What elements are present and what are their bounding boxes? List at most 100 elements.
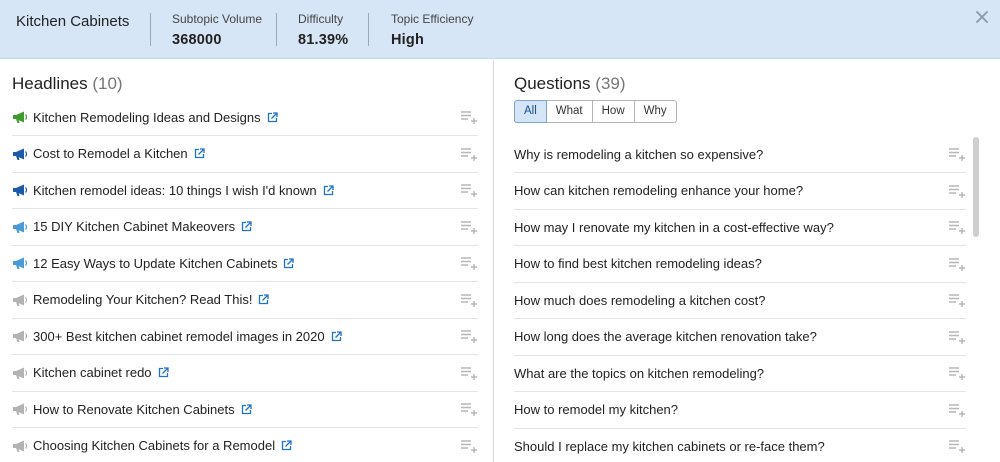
metric-label: Subtopic Volume: [172, 12, 263, 26]
headline-text: 300+ Best kitchen cabinet remodel images…: [33, 328, 325, 344]
headline-text: Choosing Kitchen Cabinets for a Remodel: [33, 438, 276, 453]
external-link-icon[interactable]: [267, 111, 278, 123]
question-text: How to find best kitchen remodeling idea…: [514, 256, 762, 271]
external-link-icon[interactable]: [283, 257, 295, 269]
close-icon[interactable]: [974, 9, 990, 25]
headline-text: 15 DIY Kitchen Cabinet Makeovers: [33, 219, 236, 234]
megaphone-icon: [13, 330, 28, 342]
megaphone-icon: [13, 440, 28, 452]
add-to-list-icon[interactable]: [461, 220, 478, 234]
metric-label: Difficulty: [298, 12, 344, 26]
external-link-icon[interactable]: [194, 148, 205, 159]
headline-text: Remodeling Your Kitchen? Read This!: [33, 292, 253, 307]
headline-text: Kitchen cabinet redo: [33, 365, 152, 380]
metric-difficulty: Difficulty 81.39%: [298, 12, 348, 48]
megaphone-icon: [13, 148, 28, 160]
add-to-list-icon[interactable]: [461, 329, 478, 343]
add-to-list-icon[interactable]: [949, 147, 966, 161]
external-link-icon[interactable]: [241, 221, 252, 232]
headline-row: Choosing Kitchen Cabinets for a Remodel: [12, 428, 478, 462]
add-to-list-icon[interactable]: [949, 366, 966, 380]
question-row[interactable]: How may I renovate my kitchen in a cost-…: [514, 209, 966, 246]
question-text: How may I renovate my kitchen in a cost-…: [514, 219, 834, 235]
external-link-icon[interactable]: [258, 294, 270, 305]
metric-value: 368000: [172, 32, 222, 48]
filter-all-button[interactable]: All: [514, 100, 547, 123]
add-to-list-icon[interactable]: [949, 330, 966, 344]
question-row[interactable]: How to remodel my kitchen?: [514, 392, 966, 429]
add-to-list-icon[interactable]: [461, 439, 478, 453]
question-row[interactable]: Should I replace my kitchen cabinets or …: [514, 428, 966, 462]
question-row[interactable]: Why is remodeling a kitchen so expensive…: [514, 136, 966, 173]
external-link-icon[interactable]: [281, 440, 292, 451]
add-to-list-icon[interactable]: [949, 439, 966, 453]
question-text: How to remodel my kitchen?: [514, 402, 679, 417]
external-link-icon[interactable]: [323, 184, 334, 196]
external-link-icon[interactable]: [241, 403, 252, 415]
headline-row: How to Renovate Kitchen Cabinets: [12, 391, 478, 428]
headline-row: Kitchen Remodeling Ideas and Designs: [12, 99, 478, 136]
question-text: How long does the average kitchen renova…: [514, 329, 817, 344]
add-to-list-icon[interactable]: [461, 256, 478, 270]
add-to-list-icon[interactable]: [461, 110, 478, 124]
question-row[interactable]: How can kitchen remodeling enhance your …: [514, 173, 966, 210]
question-text: How much does remodeling a kitchen cost?: [514, 292, 766, 308]
headline-text: Kitchen Remodeling Ideas and Designs: [33, 109, 261, 125]
divider: [150, 13, 151, 46]
questions-title-text: Questions: [514, 74, 591, 93]
question-text: What are the topics on kitchen remodelin…: [514, 365, 765, 381]
question-row[interactable]: How long does the average kitchen renova…: [514, 319, 966, 356]
questions-count: (39): [595, 74, 626, 93]
headline-row: Kitchen cabinet redo: [12, 355, 478, 392]
headline-row: Kitchen remodel ideas: 10 things I wish …: [12, 172, 478, 209]
headline-row: 15 DIY Kitchen Cabinet Makeovers: [12, 209, 478, 246]
scrollbar-thumb[interactable]: [973, 137, 979, 237]
add-to-list-icon[interactable]: [461, 402, 478, 416]
question-text: Why is remodeling a kitchen so expensive…: [514, 146, 764, 162]
add-to-list-icon[interactable]: [949, 293, 966, 307]
megaphone-icon: [13, 111, 28, 123]
megaphone-icon: [13, 184, 28, 196]
add-to-list-icon[interactable]: [949, 220, 966, 234]
headline-text: 12 Easy Ways to Update Kitchen Cabinets: [33, 255, 278, 271]
metric-subtopic-volume: Subtopic Volume 368000: [172, 12, 262, 48]
metric-label: Topic Efficiency: [391, 12, 474, 26]
topic-header: Kitchen Cabinets Subtopic Volume 368000 …: [0, 0, 1000, 59]
megaphone-icon: [13, 257, 28, 269]
divider: [276, 13, 277, 46]
megaphone-icon: [13, 221, 28, 233]
filter-why-button[interactable]: Why: [633, 100, 677, 123]
megaphone-icon: [13, 367, 28, 379]
headline-row: Cost to Remodel a Kitchen: [12, 136, 478, 173]
metric-value: High: [391, 32, 425, 48]
add-to-list-icon[interactable]: [461, 147, 478, 161]
megaphone-icon: [13, 403, 28, 415]
metric-topic-efficiency: Topic Efficiency High: [391, 12, 473, 48]
question-row[interactable]: How to find best kitchen remodeling idea…: [514, 246, 966, 283]
add-to-list-icon[interactable]: [949, 257, 966, 271]
question-filter-group: All What How Why: [514, 100, 677, 123]
add-to-list-icon[interactable]: [949, 184, 966, 198]
add-to-list-icon[interactable]: [949, 403, 966, 417]
headlines-title: Headlines (10): [12, 74, 123, 94]
headline-row: 12 Easy Ways to Update Kitchen Cabinets: [12, 245, 478, 282]
question-row[interactable]: How much does remodeling a kitchen cost?: [514, 282, 966, 319]
external-link-icon[interactable]: [158, 367, 169, 378]
headline-row: Remodeling Your Kitchen? Read This!: [12, 282, 478, 319]
add-to-list-icon[interactable]: [461, 183, 478, 197]
metric-value: 81.39%: [298, 32, 349, 48]
question-text: Should I replace my kitchen cabinets or …: [514, 438, 825, 454]
question-row[interactable]: What are the topics on kitchen remodelin…: [514, 355, 966, 392]
headline-row: 300+ Best kitchen cabinet remodel images…: [12, 318, 478, 355]
filter-how-button[interactable]: How: [591, 100, 635, 123]
headlines-count: (10): [92, 74, 123, 93]
headline-text: Kitchen remodel ideas: 10 things I wish …: [33, 182, 317, 198]
megaphone-icon: [13, 294, 28, 306]
questions-title: Questions (39): [514, 74, 626, 94]
add-to-list-icon[interactable]: [461, 293, 478, 307]
filter-what-button[interactable]: What: [545, 100, 593, 123]
headlines-title-text: Headlines: [12, 74, 88, 93]
external-link-icon[interactable]: [331, 330, 342, 342]
add-to-list-icon[interactable]: [461, 366, 478, 380]
question-text: How can kitchen remodeling enhance your …: [514, 183, 804, 198]
